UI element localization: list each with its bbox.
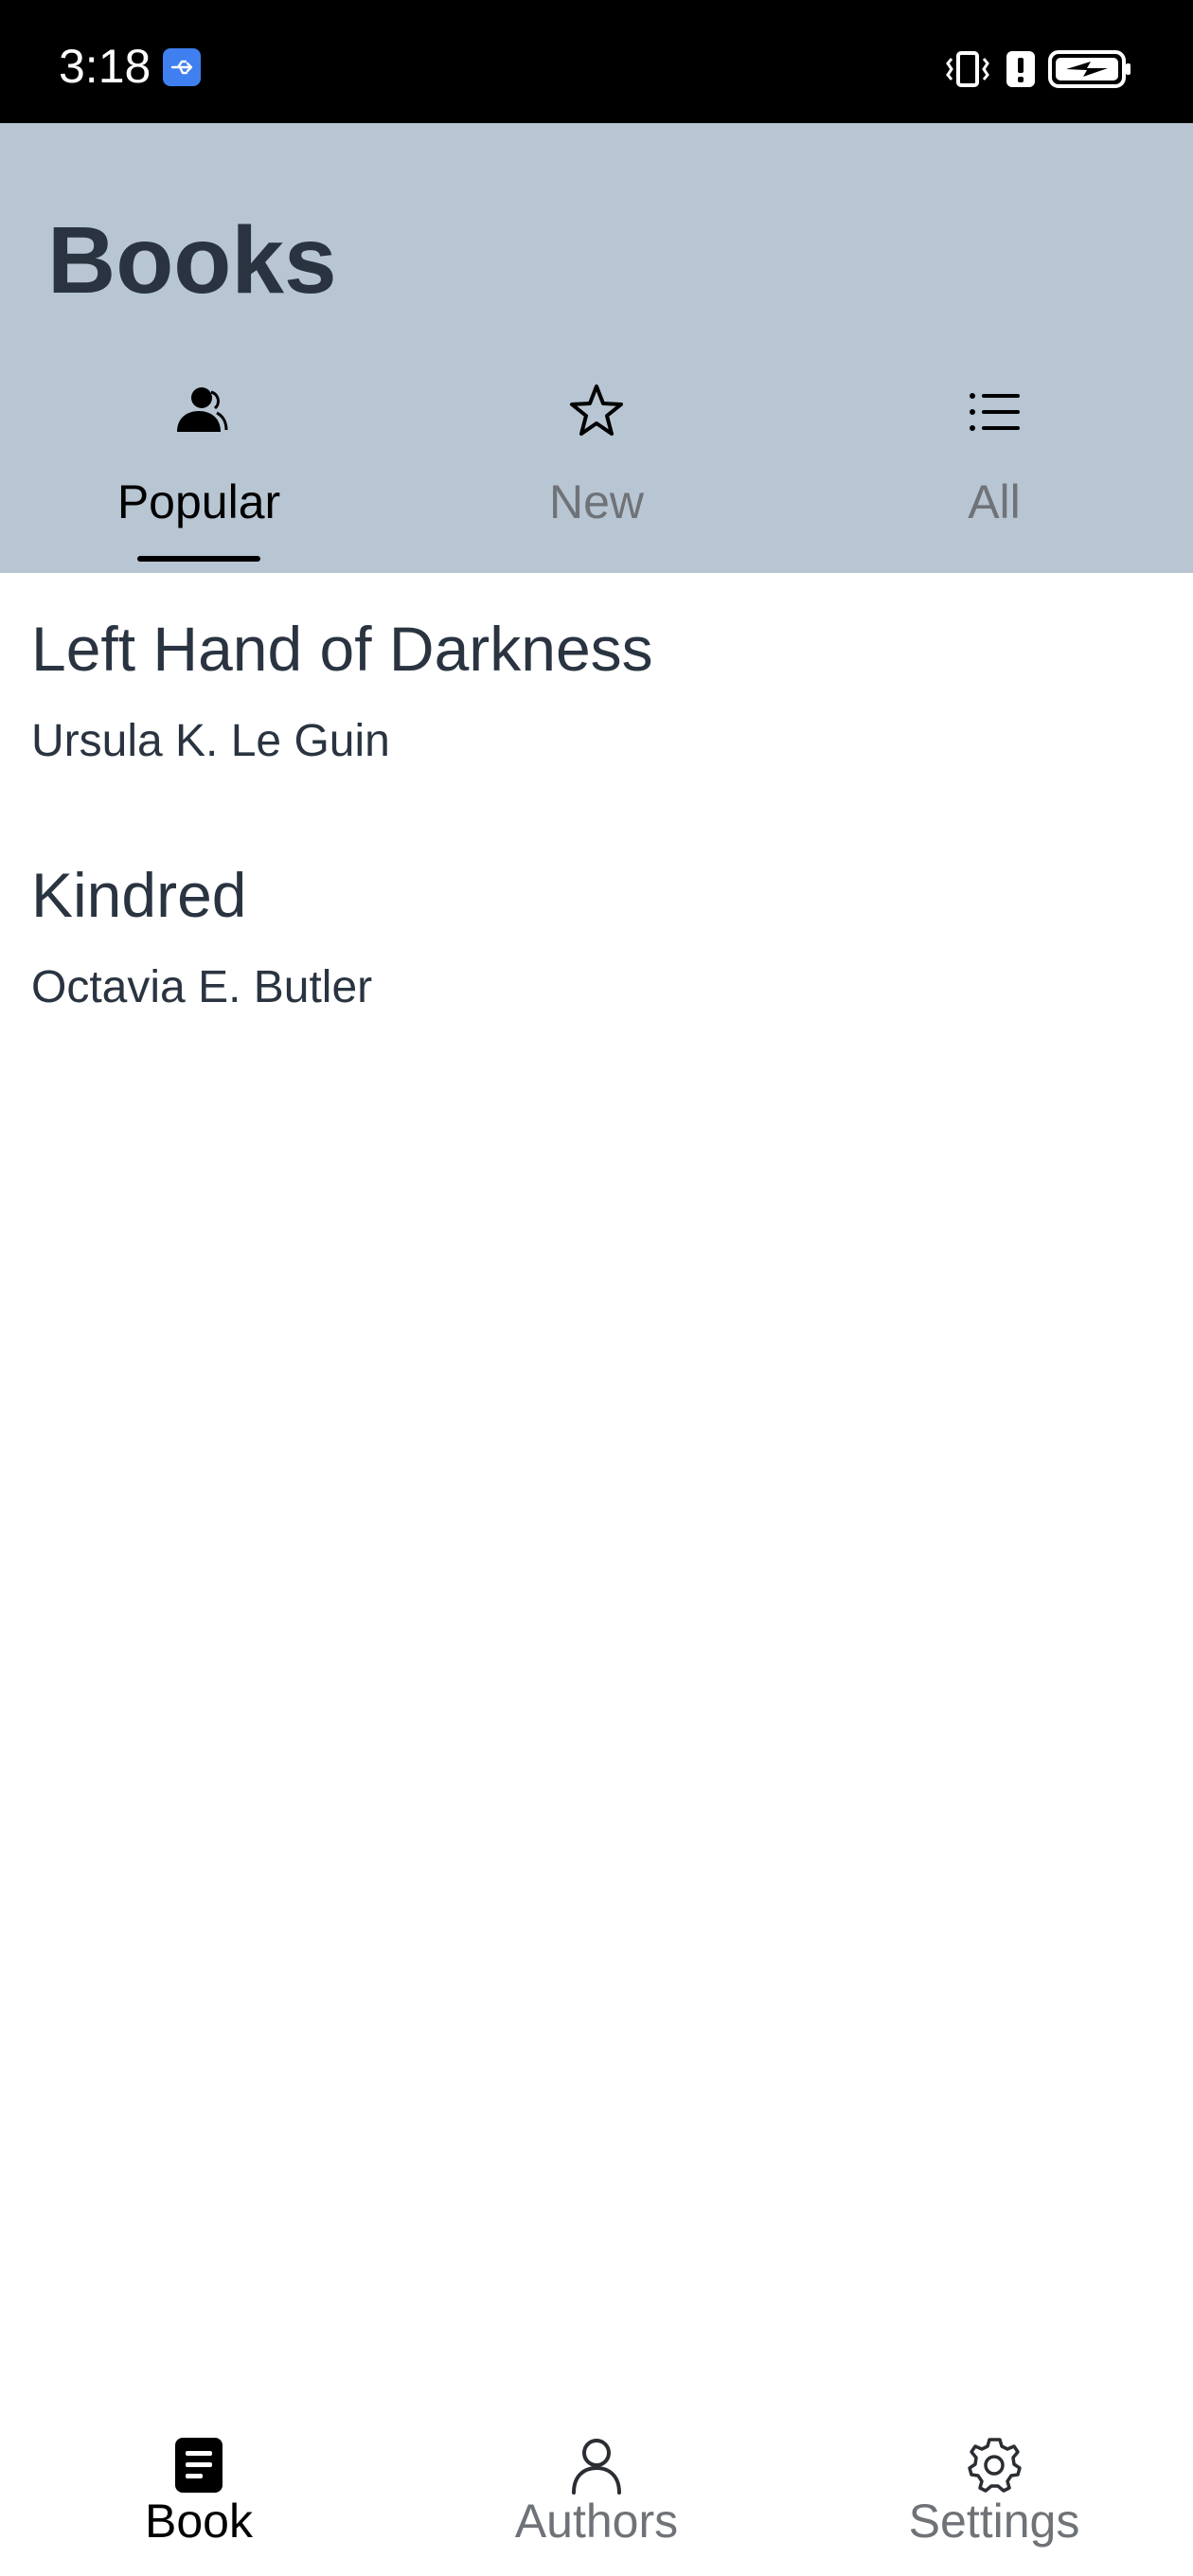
book-author: Octavia E. Butler xyxy=(31,962,373,1012)
nav-label: Settings xyxy=(908,2495,1080,2548)
book-title: Left Hand of Darkness xyxy=(31,614,653,684)
tab-selected-indicator xyxy=(137,556,260,562)
tab-label: New xyxy=(548,475,645,528)
star-icon xyxy=(563,379,630,445)
tab-label: All xyxy=(968,475,1021,528)
status-bar: 3:18 xyxy=(0,0,1193,123)
book-list-item[interactable]: Left Hand of Darkness Ursula K. Le Guin xyxy=(0,573,1193,819)
app-header: Books Popular New All xyxy=(0,123,1193,573)
bottom-navigation: Book Authors Settings xyxy=(0,2406,1193,2576)
alert-icon xyxy=(1004,45,1038,93)
nav-label: Authors xyxy=(514,2495,679,2548)
usb-debug-icon xyxy=(163,48,201,86)
list-icon xyxy=(961,379,1027,445)
book-icon xyxy=(170,2434,227,2496)
nav-label: Book xyxy=(145,2495,253,2548)
tab-new[interactable]: New xyxy=(398,379,795,573)
tab-label: Popular xyxy=(116,475,281,528)
tab-popular[interactable]: Popular xyxy=(0,379,398,573)
book-list-item[interactable]: Kindred Octavia E. Butler xyxy=(0,819,1193,1065)
book-author: Ursula K. Le Guin xyxy=(31,716,390,766)
vibrate-icon xyxy=(945,45,990,93)
tab-all[interactable]: All xyxy=(795,379,1193,573)
nav-item-settings[interactable]: Settings xyxy=(795,2406,1193,2576)
gear-icon xyxy=(966,2434,1023,2496)
person-outline-icon xyxy=(568,2434,625,2496)
page-title: Books xyxy=(47,207,337,313)
book-title: Kindred xyxy=(31,860,247,930)
app-screen: 3:18 Books Popular New All Left Hand of … xyxy=(0,0,1193,2576)
person-icon xyxy=(166,379,232,445)
status-time: 3:18 xyxy=(59,40,151,93)
battery-charging-icon xyxy=(1047,45,1132,93)
nav-item-authors[interactable]: Authors xyxy=(398,2406,795,2576)
nav-item-book[interactable]: Book xyxy=(0,2406,398,2576)
